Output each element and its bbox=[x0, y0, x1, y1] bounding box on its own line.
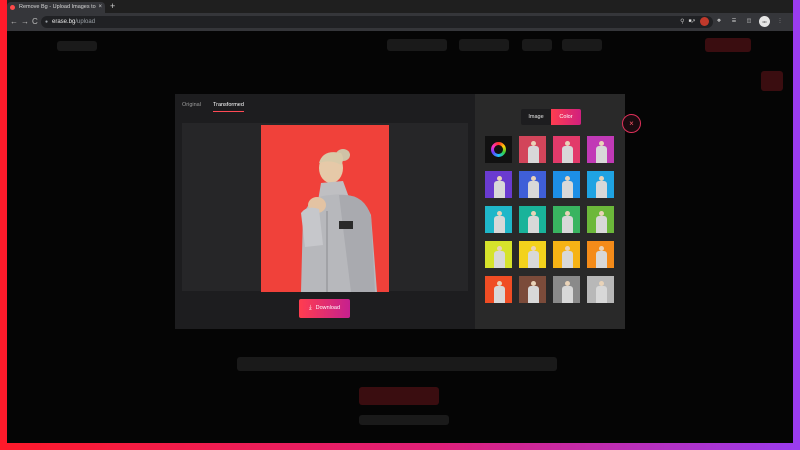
swatch-preview-figure bbox=[562, 141, 573, 163]
url-path: /upload bbox=[75, 19, 96, 25]
swatch-preview-figure bbox=[528, 281, 539, 303]
sidebar-icon[interactable]: ◫ bbox=[744, 16, 754, 27]
media-icon[interactable]: ☰ bbox=[729, 16, 739, 27]
color-swatch[interactable] bbox=[553, 276, 580, 303]
swatch-preview-figure bbox=[596, 141, 607, 163]
back-button[interactable]: ← bbox=[10, 15, 18, 29]
color-swatch[interactable] bbox=[485, 171, 512, 198]
color-swatch[interactable] bbox=[587, 171, 614, 198]
person-figure bbox=[301, 149, 377, 292]
page-logo-ghost bbox=[57, 41, 97, 51]
new-tab-button[interactable]: + bbox=[110, 1, 115, 12]
forward-button[interactable]: → bbox=[21, 15, 29, 29]
preview-panel: Original Transformed ⤓ Download bbox=[175, 94, 475, 329]
page-nav-ghost bbox=[387, 39, 447, 51]
extension-icons: ■ ❖ ☰ ◫ ••• ⋮ bbox=[685, 16, 785, 27]
color-swatch[interactable] bbox=[519, 206, 546, 233]
color-swatch[interactable] bbox=[587, 241, 614, 268]
page-side-ghost bbox=[761, 71, 783, 91]
swatch-preview-figure bbox=[562, 211, 573, 233]
background-options-panel: Image Color bbox=[475, 94, 625, 329]
mode-color-tab[interactable]: Color bbox=[551, 109, 581, 125]
tab-title: Remove Bg - Upload Images to bbox=[19, 4, 96, 10]
browser-tab[interactable]: Remove Bg - Upload Images to × bbox=[7, 2, 105, 13]
preview-image bbox=[261, 125, 389, 292]
color-swatch[interactable] bbox=[587, 136, 614, 163]
puzzle-icon[interactable]: ❖ bbox=[714, 16, 724, 27]
download-button[interactable]: ⤓ Download bbox=[299, 299, 350, 318]
reload-button[interactable]: C bbox=[32, 15, 38, 29]
address-bar[interactable]: ● erase.bg/upload ⚲ ↗ ☆ bbox=[41, 16, 713, 28]
menu-icon[interactable]: ⋮ bbox=[775, 16, 785, 27]
swatch-preview-figure bbox=[528, 141, 539, 163]
color-wheel-icon bbox=[491, 142, 506, 157]
lock-icon: ● bbox=[45, 19, 49, 25]
color-swatch[interactable] bbox=[485, 276, 512, 303]
page-text-ghost bbox=[359, 415, 449, 425]
view-tabs: Original Transformed bbox=[182, 102, 244, 112]
swatch-preview-figure bbox=[494, 176, 505, 198]
download-label: Download bbox=[315, 305, 341, 311]
close-modal-button[interactable]: × bbox=[622, 114, 641, 133]
swatch-preview-figure bbox=[596, 281, 607, 303]
swatch-preview-figure bbox=[562, 246, 573, 268]
swatch-preview-figure bbox=[494, 211, 505, 233]
color-swatch[interactable] bbox=[485, 241, 512, 268]
color-swatch[interactable] bbox=[519, 276, 546, 303]
swatch-preview-figure bbox=[596, 176, 607, 198]
zoom-icon[interactable]: ⚲ bbox=[680, 16, 684, 28]
swatch-preview-figure bbox=[562, 176, 573, 198]
screen: Remove Bg - Upload Images to × + ← → C ●… bbox=[7, 0, 793, 443]
color-picker-swatch[interactable] bbox=[485, 136, 512, 163]
favicon-icon bbox=[10, 5, 15, 10]
swatch-preview-figure bbox=[562, 281, 573, 303]
swatch-preview-figure bbox=[528, 246, 539, 268]
swatch-preview-figure bbox=[528, 211, 539, 233]
mode-toggle: Image Color bbox=[521, 109, 581, 125]
page-nav-ghost bbox=[562, 39, 602, 51]
color-swatch[interactable] bbox=[587, 276, 614, 303]
tab-transformed[interactable]: Transformed bbox=[212, 102, 244, 112]
color-swatch[interactable] bbox=[553, 206, 580, 233]
download-icon: ⤓ bbox=[308, 305, 312, 311]
page-nav-ghost bbox=[522, 39, 552, 51]
color-swatch[interactable] bbox=[519, 171, 546, 198]
swatch-preview-figure bbox=[596, 211, 607, 233]
extension-icon[interactable]: ■ bbox=[685, 16, 695, 27]
tab-strip: Remove Bg - Upload Images to × + bbox=[7, 0, 793, 13]
page-button-ghost bbox=[359, 387, 439, 405]
color-swatch[interactable] bbox=[553, 136, 580, 163]
color-swatch[interactable] bbox=[553, 171, 580, 198]
result-modal: Original Transformed ⤓ Download Image Co… bbox=[175, 94, 625, 329]
swatch-preview-figure bbox=[494, 281, 505, 303]
url-host: erase.bg bbox=[52, 19, 76, 25]
page-content-ghost bbox=[237, 357, 557, 371]
extension-red-icon[interactable] bbox=[700, 17, 709, 26]
tab-original[interactable]: Original bbox=[182, 102, 201, 112]
swatch-preview-figure bbox=[596, 246, 607, 268]
color-swatch[interactable] bbox=[519, 136, 546, 163]
mode-image-tab[interactable]: Image bbox=[521, 109, 551, 125]
swatch-preview-figure bbox=[528, 176, 539, 198]
browser-toolbar: ← → C ● erase.bg/upload ⚲ ↗ ☆ ■ ❖ ☰ ◫ ••… bbox=[7, 13, 793, 31]
close-tab-icon[interactable]: × bbox=[98, 2, 102, 13]
color-swatch[interactable] bbox=[485, 206, 512, 233]
color-swatch[interactable] bbox=[519, 241, 546, 268]
profile-avatar[interactable]: ••• bbox=[759, 16, 770, 27]
page-nav-ghost bbox=[459, 39, 509, 51]
swatch-preview-figure bbox=[494, 246, 505, 268]
color-swatch[interactable] bbox=[587, 206, 614, 233]
color-swatch[interactable] bbox=[553, 241, 580, 268]
page-cta-ghost bbox=[705, 38, 751, 52]
